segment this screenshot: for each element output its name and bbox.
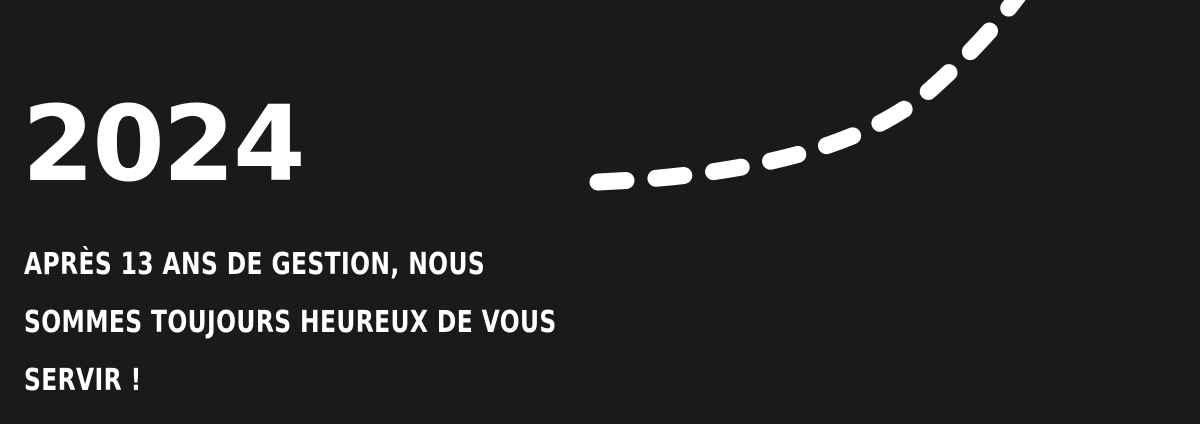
anniversary-banner: 2024 Après 13 ans de gestion, nous somme… [0,0,1200,424]
message-line-3: servir ! [24,363,142,398]
dashed-curve [589,0,1026,191]
year-heading: 2024 [22,83,305,205]
anniversary-message: Après 13 ans de gestion, nous sommes tou… [24,236,570,410]
message-line-2: sommes toujours heureux de vous [24,305,557,340]
message-line-1: Après 13 ans de gestion, nous [24,247,486,282]
